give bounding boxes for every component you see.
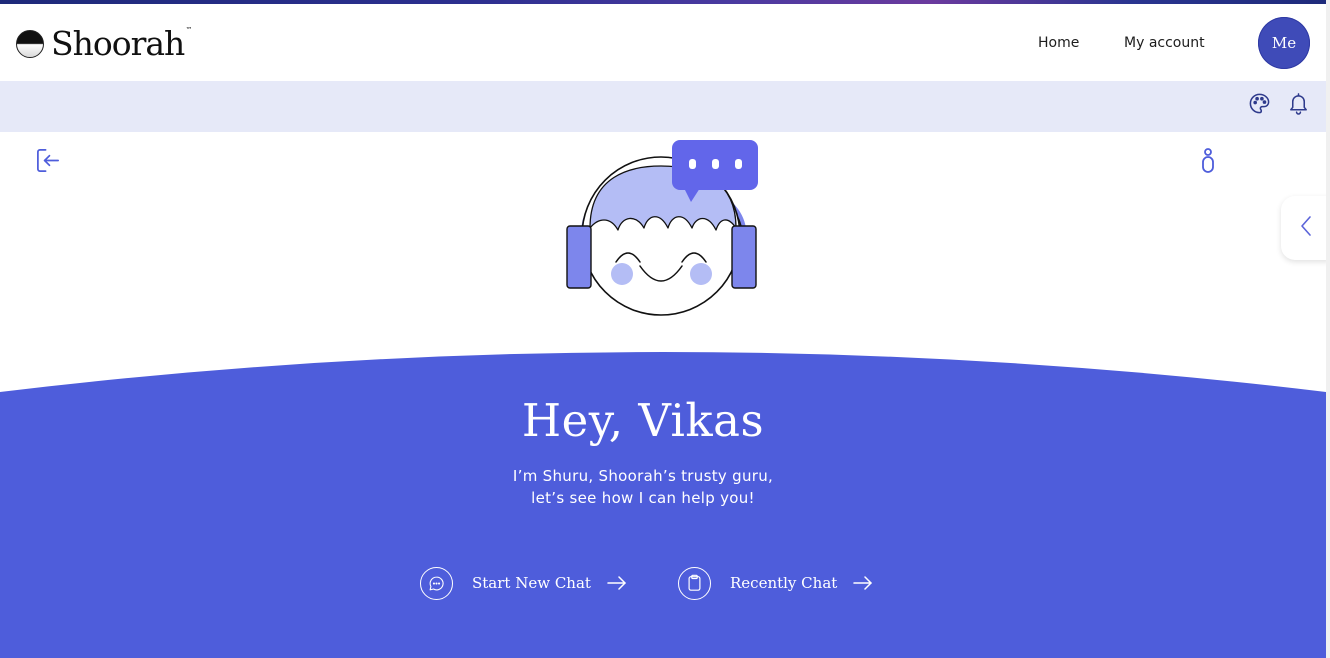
arrow-right-icon — [853, 576, 873, 590]
logo-mark-icon — [16, 29, 44, 58]
top-header: Shoorah ™ Home My account Me — [0, 4, 1330, 81]
nav-my-account-link[interactable]: My account — [1124, 35, 1205, 51]
palette-icon[interactable] — [1248, 92, 1271, 119]
recently-chat-label: Recently Chat — [730, 574, 838, 592]
chat-bubble-icon — [420, 566, 453, 600]
collapse-panel-tab[interactable] — [1281, 196, 1330, 260]
avatar-label: Me — [1271, 34, 1297, 52]
toolbar-strip — [0, 81, 1326, 132]
trademark-symbol: ™ — [185, 26, 193, 34]
exit-icon[interactable] — [35, 147, 62, 178]
recently-chat-button[interactable]: Recently Chat — [678, 566, 873, 600]
arrow-right-icon — [607, 576, 627, 590]
bell-icon[interactable] — [1287, 91, 1310, 120]
person-icon[interactable] — [1199, 147, 1217, 178]
user-avatar[interactable]: Me — [1258, 17, 1310, 69]
start-new-chat-button[interactable]: Start New Chat — [420, 566, 627, 600]
intro-text-line-2: let’s see how I can help you! — [531, 489, 755, 507]
greeting-heading: Hey, Vikas — [521, 394, 765, 447]
shuru-mascot-illustration — [566, 140, 758, 316]
brand-name: Shoorah — [51, 24, 185, 63]
shuru-home-page: Shoorah ™ Home My account Me Hey, Vikas … — [0, 0, 1330, 658]
chevron-left-icon — [1299, 215, 1313, 241]
intro-text-line-1: I’m Shuru, Shoorah’s trusty guru, — [512, 467, 774, 485]
page-scrollbar[interactable] — [1326, 0, 1330, 658]
clipboard-icon — [678, 566, 711, 600]
start-new-chat-label: Start New Chat — [472, 574, 591, 592]
nav-home-link[interactable]: Home — [1038, 35, 1079, 51]
brand-logo[interactable]: Shoorah ™ — [16, 24, 192, 63]
